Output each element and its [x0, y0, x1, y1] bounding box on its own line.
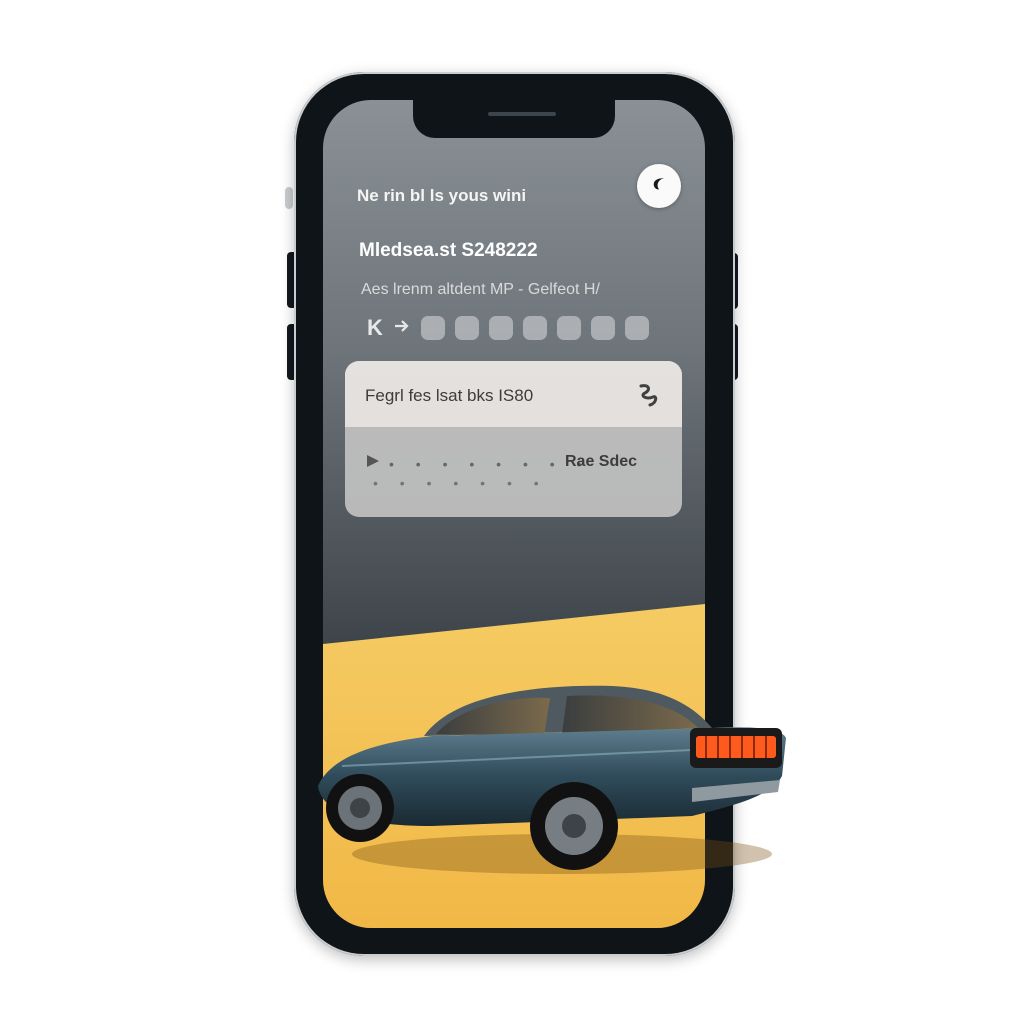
moon-icon — [649, 174, 669, 199]
progress-dots: • • • • • • • • — [389, 455, 591, 472]
theme-toggle-button[interactable] — [637, 164, 681, 208]
curve-icon[interactable] — [633, 380, 663, 410]
selector-chip[interactable] — [624, 316, 649, 340]
selector-chip[interactable] — [420, 316, 445, 340]
info-card[interactable]: Fegrl fes lsat bks IS80 • • • • • • • • … — [345, 361, 682, 517]
card-header: Fegrl fes lsat bks IS80 — [345, 361, 682, 427]
card-title: Fegrl fes lsat bks IS80 — [365, 386, 534, 405]
back-icon[interactable]: K — [367, 315, 383, 341]
card-label: Rae Sdec — [565, 453, 638, 470]
subtitle-text: Ne rin bl ls yous wini — [357, 186, 527, 205]
progress-dots-secondary: • • • • • • • — [373, 475, 548, 491]
selector-chip[interactable] — [488, 316, 513, 340]
playback-row: • • • • • • • • — [365, 453, 590, 474]
forward-icon[interactable] — [393, 317, 411, 340]
speaker-grill — [488, 112, 556, 116]
mute-switch[interactable] — [285, 187, 293, 209]
headline: Mledsea.st S248222 — [359, 240, 538, 261]
car-illustration — [318, 685, 786, 874]
control-row: K — [367, 315, 649, 341]
selector-chip[interactable] — [522, 316, 547, 340]
selector-chip[interactable] — [556, 316, 581, 340]
notch — [413, 100, 615, 138]
selector-chip[interactable] — [454, 316, 479, 340]
info-text: Aes lrenm altdent MP - Gelfeot H/ — [361, 281, 600, 298]
play-icon[interactable] — [365, 453, 381, 474]
selector-chip[interactable] — [590, 316, 615, 340]
taillight — [696, 736, 776, 758]
